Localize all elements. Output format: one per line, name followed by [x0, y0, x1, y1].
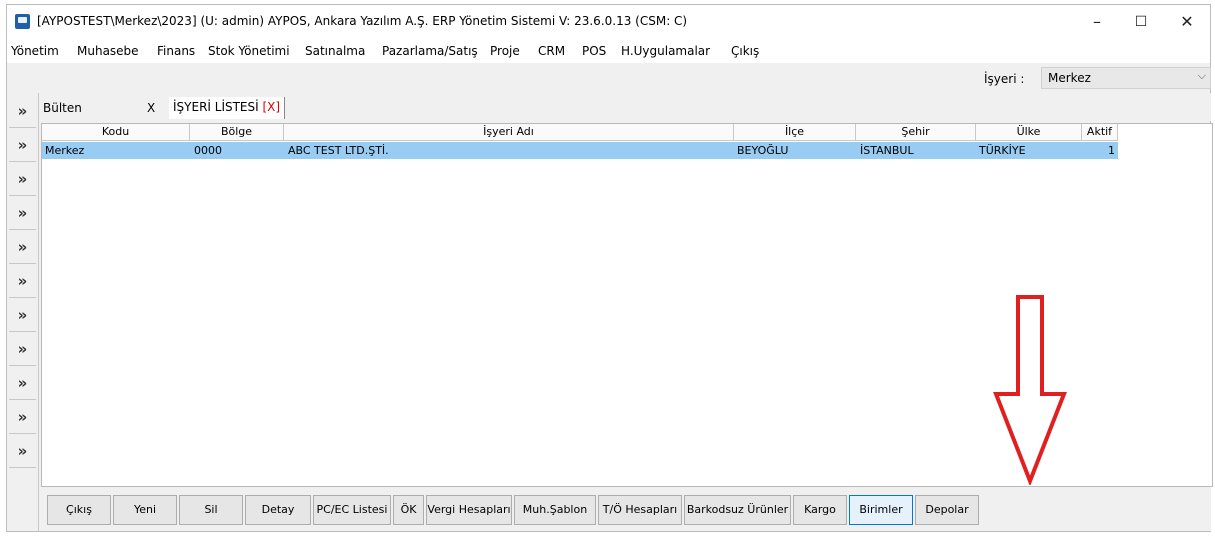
column-header-kodu[interactable]: Kodu — [42, 124, 190, 141]
workplace-label: İşyeri : — [984, 72, 1025, 86]
expand-panel-button[interactable]: » — [9, 129, 36, 162]
tab-bar: Bülten X İŞYERİ LİSTESİ [X] — [39, 93, 1211, 121]
menu-h-uygulamalar[interactable]: H.Uygulamalar — [621, 44, 710, 58]
menu-bar: Yönetim Muhasebe Finans Stok Yönetimi Sa… — [7, 39, 1210, 63]
cell-bolge: 0000 — [194, 144, 222, 157]
depolar-button[interactable]: Depolar — [915, 495, 979, 525]
yeni-button[interactable]: Yeni — [113, 495, 177, 525]
birimler-button[interactable]: Birimler — [849, 495, 913, 525]
column-header-isyeri-adi[interactable]: İşyeri Adı — [284, 124, 734, 141]
menu-satinalma[interactable]: Satınalma — [305, 44, 365, 58]
minimize-button[interactable]: – — [1075, 9, 1119, 35]
menu-crm[interactable]: CRM — [538, 44, 565, 58]
maximize-button[interactable]: ☐ — [1119, 9, 1163, 35]
expand-panel-button[interactable]: » — [9, 265, 36, 298]
workplace-select[interactable]: Merkez ⌵ — [1041, 67, 1211, 89]
column-header-aktif[interactable]: Aktif — [1082, 124, 1118, 141]
menu-finans[interactable]: Finans — [157, 44, 195, 58]
menu-pazarlama-satis[interactable]: Pazarlama/Satış — [382, 44, 478, 58]
tab-bulten-close-button[interactable]: X — [147, 101, 155, 115]
cikis-button[interactable]: Çıkış — [47, 495, 111, 525]
cell-aktif: 1 — [1108, 144, 1115, 157]
workplace-bar: İşyeri : Merkez ⌵ — [7, 63, 1211, 93]
side-toggle-strip: » » » » » » » » » » » — [7, 93, 39, 531]
vergi-hesaplari-button[interactable]: Vergi Hesapları — [426, 495, 512, 525]
table-row[interactable]: Merkez 0000 ABC TEST LTD.ŞTİ. BEYOĞLU İS… — [42, 142, 1118, 159]
expand-panel-button[interactable]: » — [9, 333, 36, 366]
tab-isyeri-listesi-close-button[interactable]: [X] — [263, 100, 281, 114]
action-toolbar: Çıkış Yeni Sil Detay PC/EC Listesi ÖK Ve… — [39, 487, 1211, 531]
to-hesaplari-button[interactable]: T/Ö Hesapları — [598, 495, 682, 525]
expand-panel-button[interactable]: » — [9, 197, 36, 230]
cell-ilce: BEYOĞLU — [737, 144, 789, 157]
detay-button[interactable]: Detay — [245, 495, 311, 525]
column-header-ulke[interactable]: Ülke — [976, 124, 1082, 141]
expand-panel-button[interactable]: » — [9, 435, 36, 468]
menu-pos[interactable]: POS — [582, 44, 606, 58]
menu-cikis[interactable]: Çıkış — [731, 44, 759, 58]
close-button[interactable]: ✕ — [1165, 9, 1209, 35]
expand-panel-button[interactable]: » — [9, 163, 36, 196]
menu-proje[interactable]: Proje — [490, 44, 520, 58]
app-logo-icon — [15, 14, 30, 29]
kargo-button[interactable]: Kargo — [793, 495, 847, 525]
tab-bulten[interactable]: Bülten — [43, 101, 82, 115]
expand-panel-button[interactable]: » — [9, 367, 36, 400]
menu-stok-yonetimi[interactable]: Stok Yönetimi — [208, 44, 290, 58]
sil-button[interactable]: Sil — [179, 495, 243, 525]
app-window: [AYPOSTEST\Merkez\2023] (U: admin) AYPOS… — [6, 4, 1213, 532]
title-bar: [AYPOSTEST\Merkez\2023] (U: admin) AYPOS… — [7, 5, 1210, 39]
tab-isyeri-listesi[interactable]: İŞYERİ LİSTESİ [X] — [169, 97, 286, 119]
red-down-arrow-annotation — [993, 295, 1067, 485]
window-title: [AYPOSTEST\Merkez\2023] (U: admin) AYPOS… — [37, 14, 688, 28]
menu-yonetim[interactable]: Yönetim — [11, 44, 59, 58]
tab-isyeri-listesi-label: İŞYERİ LİSTESİ — [173, 100, 259, 114]
workplace-value: Merkez — [1048, 71, 1091, 85]
pc-ec-listesi-button[interactable]: PC/EC Listesi — [313, 495, 391, 525]
column-header-bolge[interactable]: Bölge — [190, 124, 284, 141]
expand-panel-button[interactable]: » — [9, 299, 36, 332]
expand-panel-button[interactable]: » — [9, 95, 36, 128]
expand-panel-button[interactable]: » — [9, 231, 36, 264]
cell-ulke: TÜRKİYE — [979, 144, 1026, 157]
barkodsuz-urunler-button[interactable]: Barkodsuz Ürünler — [684, 495, 791, 525]
chevron-down-icon: ⌵ — [1197, 69, 1206, 82]
menu-muhasebe[interactable]: Muhasebe — [77, 44, 139, 58]
column-header-ilce[interactable]: İlçe — [734, 124, 856, 141]
column-header-sehir[interactable]: Şehir — [856, 124, 976, 141]
expand-panel-button[interactable]: » — [9, 401, 36, 434]
cell-sehir: İSTANBUL — [860, 144, 914, 157]
ok-button[interactable]: ÖK — [393, 495, 424, 525]
muh-sablon-button[interactable]: Muh.Şablon — [514, 495, 596, 525]
cell-isyeri-adi: ABC TEST LTD.ŞTİ. — [288, 144, 389, 157]
cell-kodu: Merkez — [45, 144, 85, 157]
